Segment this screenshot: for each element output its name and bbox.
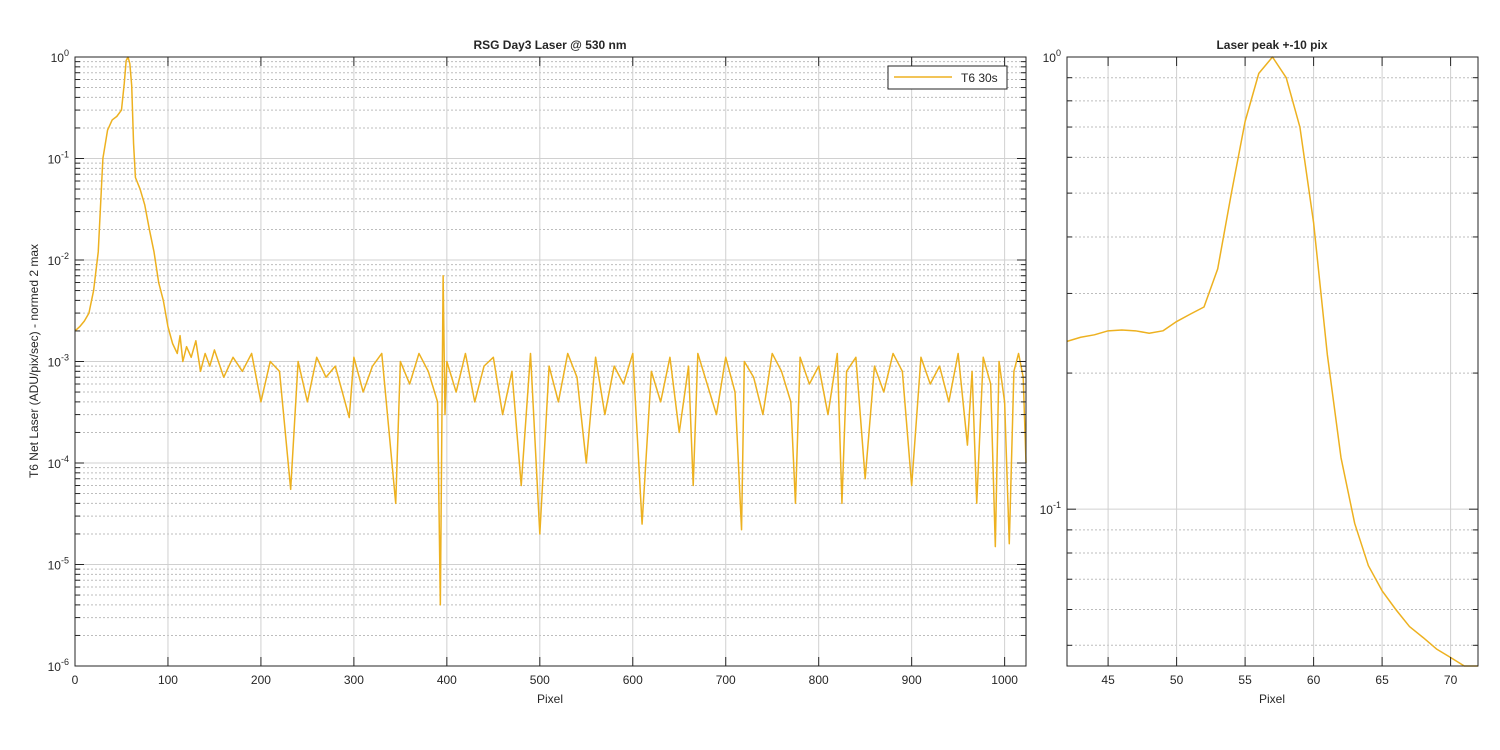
main-y-axis-label: T6 Net Laser (ADU/pix/sec) - normed 2 ma… xyxy=(27,244,41,478)
x-tick-label: 600 xyxy=(623,673,643,687)
x-tick-label: 100 xyxy=(158,673,178,687)
peak-x-axis-label: Pixel xyxy=(1259,692,1285,706)
peak-zoom-axes: 10-110045 50 55 60 65 70 Laser peak +-10 pix … xyxy=(1040,38,1479,706)
y-tick-label: 10-2 xyxy=(48,251,69,268)
y-tick-label: 10-4 xyxy=(48,454,69,471)
x-tick-label: 1000 xyxy=(991,673,1018,687)
y-tick-label: 10-5 xyxy=(48,556,69,573)
peak-plot-area xyxy=(1067,57,1478,666)
x-tick-label: 50 xyxy=(1170,673,1184,687)
y-tick-label: 100 xyxy=(1043,48,1061,65)
legend: T6 30s xyxy=(887,65,1008,90)
main-x-axis-label: Pixel xyxy=(537,692,563,706)
x-tick-label: 0 xyxy=(72,673,79,687)
x-tick-label: 70 xyxy=(1444,673,1458,687)
x-tick-label: 45 xyxy=(1101,673,1115,687)
y-tick-label: 10-3 xyxy=(48,353,69,370)
y-tick-label: 10-1 xyxy=(1040,500,1061,517)
y-tick-label: 100 xyxy=(51,48,69,65)
main-spectrum-axes: 10-610-510-410-310-210-11000 100 200 300 400… xyxy=(27,38,1027,706)
x-tick-label: 400 xyxy=(437,673,457,687)
x-tick-label: 200 xyxy=(251,673,271,687)
y-tick-label: 10-1 xyxy=(48,150,69,167)
x-tick-label: 700 xyxy=(716,673,736,687)
y-tick-label: 10-6 xyxy=(48,657,69,674)
legend-label: T6 30s xyxy=(961,71,998,85)
x-tick-label: 300 xyxy=(344,673,364,687)
x-tick-label: 900 xyxy=(902,673,922,687)
x-tick-label: 60 xyxy=(1307,673,1321,687)
main-chart-title: RSG Day3 Laser @ 530 nm xyxy=(473,38,626,52)
x-tick-label: 500 xyxy=(530,673,550,687)
x-tick-label: 65 xyxy=(1375,673,1389,687)
peak-chart-title: Laser peak +-10 pix xyxy=(1216,38,1327,52)
x-tick-label: 800 xyxy=(809,673,829,687)
figure: 10-610-510-410-310-210-11000 100 200 300 400… xyxy=(27,38,1479,706)
x-tick-label: 55 xyxy=(1238,673,1252,687)
